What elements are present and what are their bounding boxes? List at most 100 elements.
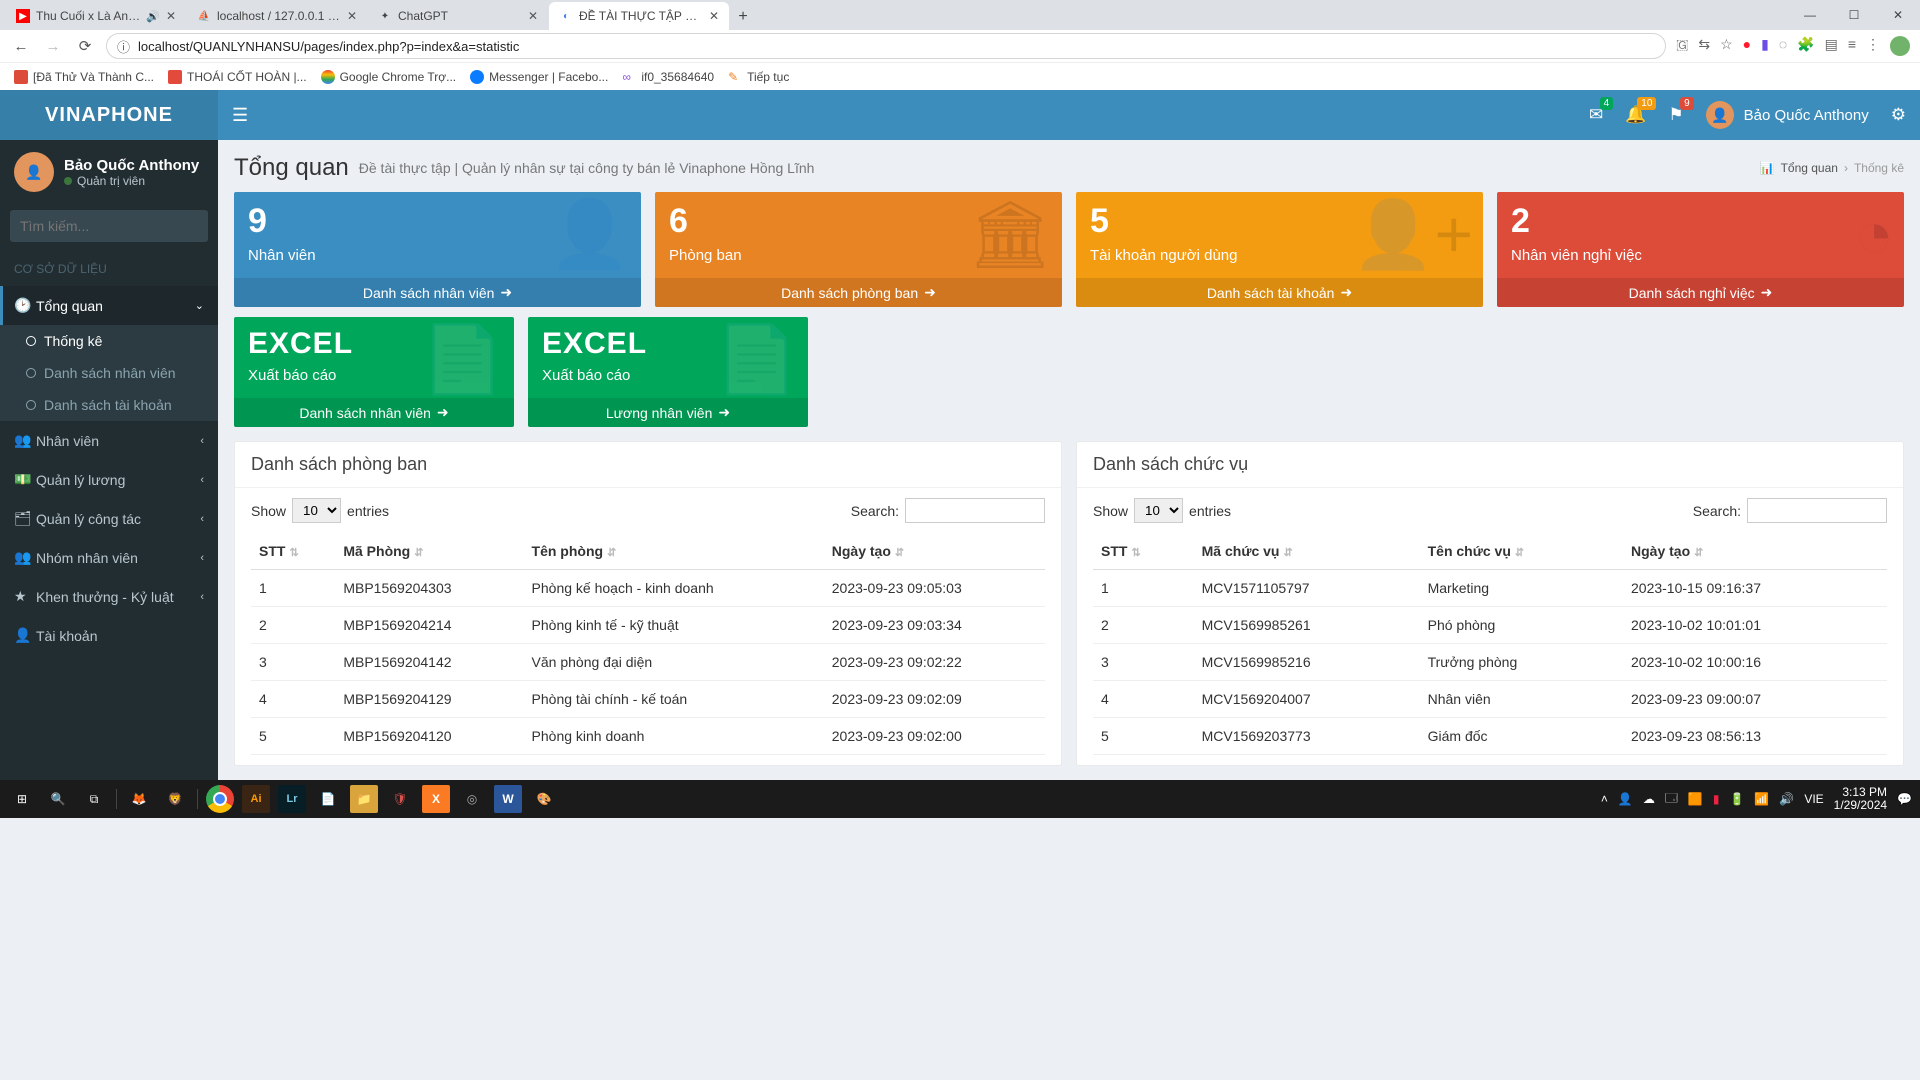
- tray-icon[interactable]: 🟧: [1688, 792, 1703, 806]
- firefox-icon[interactable]: 🦊: [125, 785, 153, 813]
- stat-card-link[interactable]: Danh sách nghỉ việc ➜: [1497, 278, 1904, 307]
- maximize-button[interactable]: ☐: [1832, 0, 1876, 30]
- close-icon[interactable]: ✕: [166, 9, 176, 23]
- bookmark-item[interactable]: THOÁI CỐT HOÀN |...: [168, 70, 307, 84]
- search-input[interactable]: [1747, 498, 1887, 523]
- breadcrumb-item[interactable]: Tổng quan: [1781, 161, 1838, 175]
- column-header[interactable]: Ngày tạo⇵: [1623, 533, 1887, 570]
- stat-card-link[interactable]: Danh sách nhân viên ➜: [234, 278, 641, 307]
- bookmark-item[interactable]: Messenger | Facebo...: [470, 70, 608, 84]
- column-header[interactable]: Mã Phòng⇵: [335, 533, 523, 570]
- tray-up-icon[interactable]: ˄: [1601, 792, 1608, 806]
- site-info-icon[interactable]: ⓘ: [117, 37, 130, 56]
- translate-icon[interactable]: 🇬: [1676, 36, 1688, 56]
- stat-card-link[interactable]: Danh sách tài khoản ➜: [1076, 278, 1483, 307]
- search-input[interactable]: [905, 498, 1045, 523]
- menu-icon[interactable]: ⋮: [1866, 36, 1880, 56]
- browser-tab-active[interactable]: ◐ ĐỀ TÀI THỰC TẬP CHUYÊN NG ✕: [549, 2, 729, 30]
- sidebar-item-groups[interactable]: 👥Nhóm nhân viên‹: [0, 538, 218, 577]
- notification-icon[interactable]: 💬: [1897, 792, 1912, 806]
- language-label[interactable]: VIE: [1804, 792, 1823, 806]
- reading-list-icon[interactable]: ▤: [1825, 36, 1838, 56]
- volume-icon[interactable]: 🔊: [1779, 792, 1794, 806]
- panel-positions: Danh sách chức vụ Show 10 entries Search…: [1076, 441, 1904, 766]
- app-logo[interactable]: VINAPHONE: [0, 90, 218, 140]
- column-header[interactable]: Mã chức vụ⇵: [1194, 533, 1420, 570]
- column-header[interactable]: Ngày tạo⇵: [824, 533, 1045, 570]
- sidebar-subitem-accounts[interactable]: Danh sách tài khoản: [0, 389, 218, 421]
- browser-tab[interactable]: ⛵ localhost / 127.0.0.1 / quanly_n ✕: [187, 2, 367, 30]
- search-input[interactable]: [10, 210, 208, 242]
- sidebar-subitem-employees[interactable]: Danh sách nhân viên: [0, 357, 218, 389]
- close-icon[interactable]: ✕: [347, 9, 357, 23]
- reload-button[interactable]: ⟳: [74, 35, 96, 57]
- sidebar-item-assignment[interactable]: 🗂Quản lý công tác‹: [0, 499, 218, 538]
- brave-icon[interactable]: 🦁: [161, 785, 189, 813]
- search-icon[interactable]: 🔍: [44, 785, 72, 813]
- url-input[interactable]: ⓘ localhost/QUANLYNHANSU/pages/index.php…: [106, 33, 1666, 59]
- excel-card-link[interactable]: Lương nhân viên ➜: [528, 398, 808, 427]
- extension-icon[interactable]: ≡: [1848, 36, 1856, 56]
- new-tab-button[interactable]: +: [730, 4, 756, 30]
- sidebar-item-salary[interactable]: 💵Quản lý lương‹: [0, 460, 218, 499]
- forward-button[interactable]: →: [42, 35, 64, 57]
- bookmark-item[interactable]: Google Chrome Trợ...: [321, 70, 457, 84]
- app-icon[interactable]: 🎨: [530, 785, 558, 813]
- obs-icon[interactable]: ◎: [458, 785, 486, 813]
- battery-icon[interactable]: 🔋: [1729, 792, 1744, 806]
- menu-toggle-icon[interactable]: ☰: [232, 105, 248, 126]
- lightroom-icon[interactable]: Lr: [278, 785, 306, 813]
- back-button[interactable]: ←: [10, 35, 32, 57]
- minimize-button[interactable]: —: [1788, 0, 1832, 30]
- bookmark-icon[interactable]: ☆: [1720, 36, 1733, 56]
- column-header[interactable]: Tên chức vụ⇵: [1420, 533, 1623, 570]
- close-icon[interactable]: ✕: [528, 9, 538, 23]
- xampp-icon[interactable]: X: [422, 785, 450, 813]
- bookmark-item[interactable]: ✎Tiếp tục: [728, 70, 789, 84]
- task-view-icon[interactable]: ⧉: [80, 785, 108, 813]
- illustrator-icon[interactable]: Ai: [242, 785, 270, 813]
- security-icon[interactable]: 🛡: [386, 785, 414, 813]
- sidebar-item-account[interactable]: 👤Tài khoản: [0, 616, 218, 655]
- avatar-icon[interactable]: [1890, 36, 1910, 56]
- browser-tab[interactable]: ✦ ChatGPT ✕: [368, 2, 548, 30]
- gears-icon[interactable]: ⚙: [1891, 105, 1906, 125]
- extension-icon[interactable]: ▮: [1761, 36, 1769, 56]
- sidebar-item-reward[interactable]: ★Khen thưởng - Kỷ luật‹: [0, 577, 218, 616]
- start-button[interactable]: ⊞: [8, 785, 36, 813]
- sidebar-item-employees[interactable]: 👥Nhân viên‹: [0, 421, 218, 460]
- close-icon[interactable]: ✕: [709, 9, 719, 23]
- column-header[interactable]: STT⇅: [1093, 533, 1194, 570]
- bookmark-item[interactable]: ∞if0_35684640: [622, 70, 714, 84]
- explorer-icon[interactable]: 📁: [350, 785, 378, 813]
- sidebar-subitem-statistic[interactable]: Thống kê: [0, 325, 218, 357]
- extensions-button[interactable]: 🧩: [1797, 36, 1814, 56]
- extension-icon[interactable]: ◌: [1779, 36, 1787, 56]
- wifi-icon[interactable]: 📶: [1754, 792, 1769, 806]
- word-icon[interactable]: W: [494, 785, 522, 813]
- close-window-button[interactable]: ✕: [1876, 0, 1920, 30]
- stat-card-link[interactable]: Danh sách phòng ban ➜: [655, 278, 1062, 307]
- bookmark-item[interactable]: [Đã Thử Và Thành C...: [14, 70, 154, 84]
- onedrive-icon[interactable]: ☁: [1643, 792, 1655, 806]
- sidebar-item-overview[interactable]: 🕑 Tổng quan ⌄: [0, 286, 218, 325]
- file-icon[interactable]: 📄: [314, 785, 342, 813]
- column-header[interactable]: STT⇅: [251, 533, 335, 570]
- excel-card-link[interactable]: Danh sách nhân viên ➜: [234, 398, 514, 427]
- column-header[interactable]: Tên phòng⇵: [524, 533, 824, 570]
- mail-icon[interactable]: ✉4: [1589, 105, 1603, 125]
- browser-tab[interactable]: ▶ Thu Cuối x Là Anh... Cùng B 🔊 ✕: [6, 2, 186, 30]
- bell-icon[interactable]: 🔔10: [1625, 105, 1646, 125]
- chrome-icon[interactable]: [206, 785, 234, 813]
- extension-icon[interactable]: ⇆: [1698, 36, 1710, 56]
- tray-icon[interactable]: ▮: [1713, 792, 1720, 806]
- audio-icon[interactable]: 🔊: [146, 10, 160, 23]
- people-icon[interactable]: 👤: [1618, 792, 1633, 806]
- page-size-select[interactable]: 10: [1134, 498, 1183, 523]
- clock[interactable]: 3:13 PM 1/29/2024: [1834, 786, 1887, 812]
- page-size-select[interactable]: 10: [292, 498, 341, 523]
- user-menu[interactable]: 👤 Bảo Quốc Anthony: [1706, 101, 1869, 129]
- flag-icon[interactable]: ⚑9: [1668, 105, 1683, 125]
- opera-icon[interactable]: ●: [1743, 36, 1751, 56]
- tray-icon[interactable]: 🗔: [1665, 789, 1678, 810]
